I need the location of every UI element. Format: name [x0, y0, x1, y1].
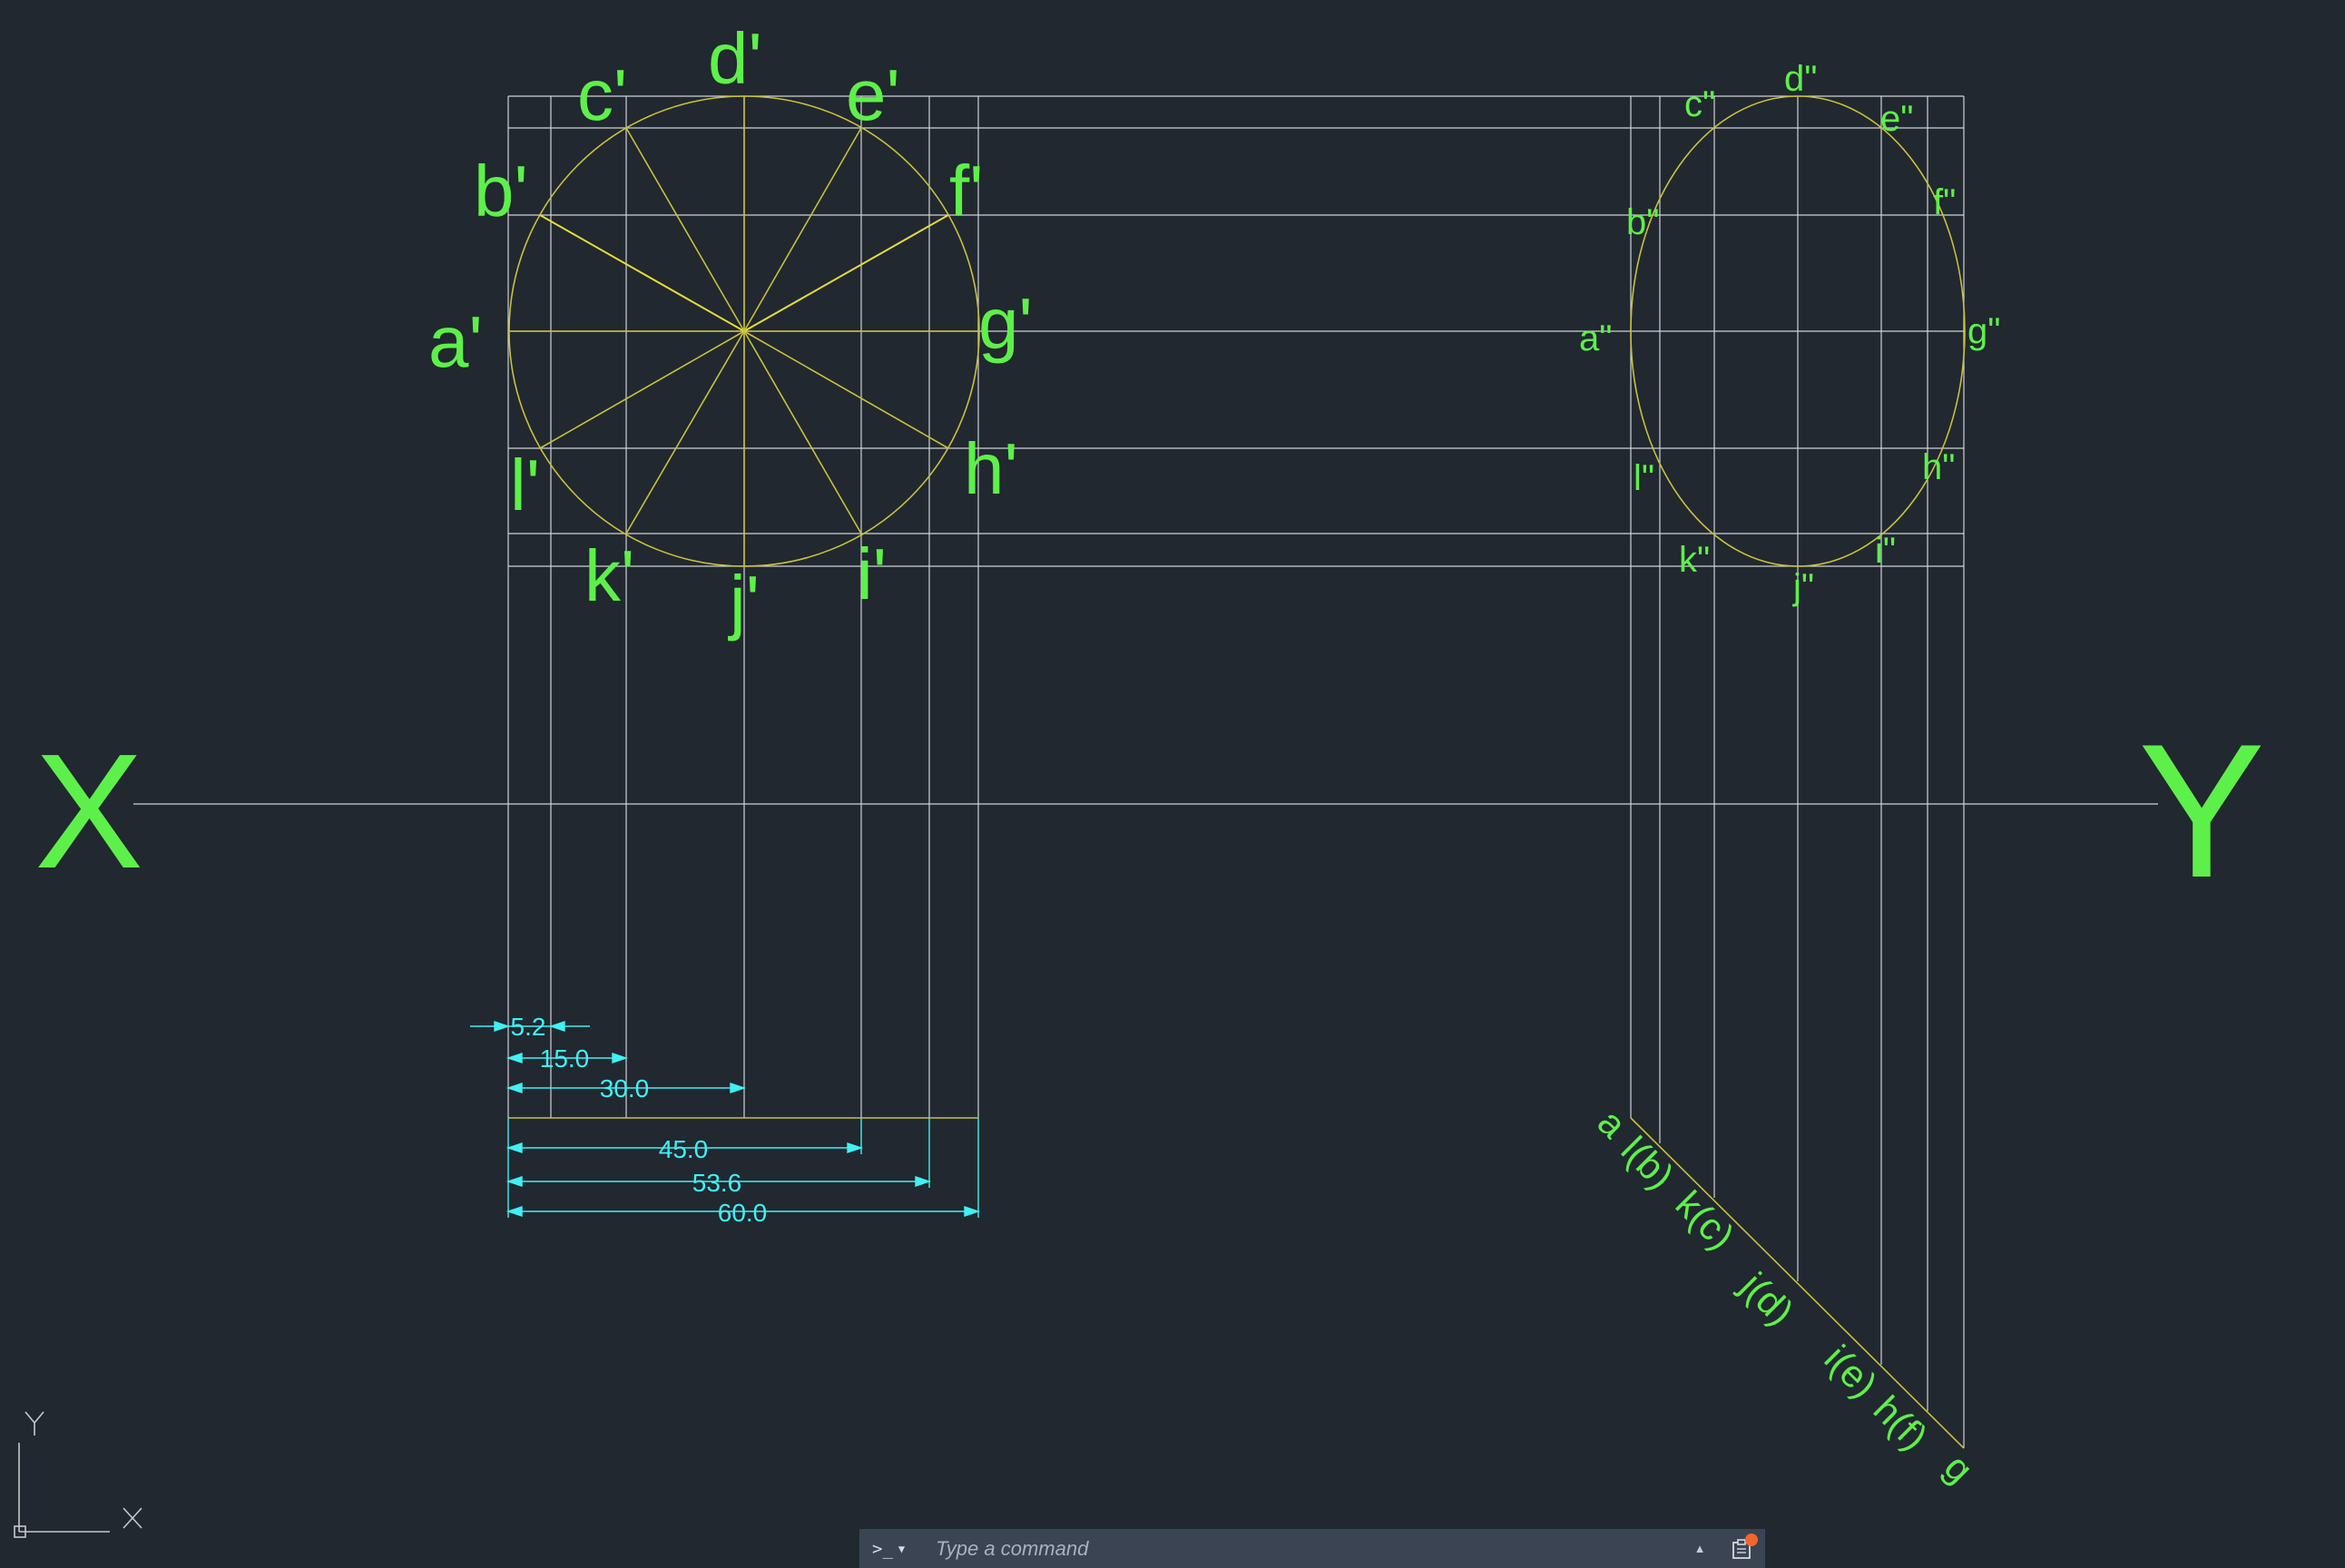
label-d-prime: d' — [708, 18, 762, 99]
label-j-prime: j' — [728, 561, 760, 642]
ucs-icon: X Y — [14, 1411, 142, 1538]
label-i-dprime: i" — [1875, 531, 1896, 571]
label-b-prime: b' — [474, 151, 528, 231]
label-b-dprime: b" — [1626, 202, 1659, 242]
label-j-d: j(d) — [1732, 1263, 1802, 1334]
clipboard-icon[interactable] — [1718, 1529, 1765, 1568]
command-input[interactable] — [927, 1536, 1682, 1561]
label-l-dprime: l" — [1634, 458, 1654, 498]
label-d-dprime: d" — [1784, 59, 1817, 99]
label-a-dprime: a" — [1579, 318, 1612, 358]
dim-30-0: 30.0 — [600, 1074, 650, 1102]
label-e-dprime: e" — [1880, 99, 1913, 139]
dim-53-6: 53.6 — [692, 1169, 742, 1197]
axis-label-x: X — [34, 720, 143, 903]
dim-5-2: 5.2 — [511, 1013, 546, 1041]
label-l-prime: l' — [510, 445, 540, 525]
label-k-dprime: k" — [1679, 540, 1710, 580]
model-space-viewport[interactable]: 5.2 15.0 30.0 45.0 53.6 60.0 a' b' c' d'… — [0, 0, 2345, 1568]
label-i-prime: i' — [857, 534, 887, 614]
label-f-dprime: f" — [1933, 182, 1956, 222]
top-view-labels: a l(b) k(c) j(d) i(e) h(f) g — [1590, 1101, 1982, 1491]
label-i-e: i(e) — [1817, 1337, 1886, 1406]
label-c-dprime: c" — [1684, 84, 1715, 124]
label-a: a — [1590, 1101, 1635, 1146]
label-j-dprime: j" — [1792, 567, 1814, 607]
side-view-labels: a" b" c" d" e" f" g" h" i" j" k" l" — [1579, 59, 2000, 607]
command-prompt-menu[interactable]: >_ ▼ — [872, 1539, 927, 1559]
axis-label-y: Y — [2138, 704, 2265, 917]
label-h-prime: h' — [964, 428, 1018, 509]
label-h-dprime: h" — [1922, 447, 1955, 487]
label-g-prime: g' — [978, 283, 1033, 364]
label-e-prime: e' — [846, 54, 900, 135]
front-view-circle — [508, 95, 980, 567]
label-k-c: k(c) — [1668, 1182, 1743, 1258]
label-h-f: h(f) — [1866, 1387, 1937, 1458]
drawing-canvas[interactable]: 5.2 15.0 30.0 45.0 53.6 60.0 a' b' c' d'… — [0, 0, 2345, 1568]
label-k-prime: k' — [584, 535, 634, 616]
label-c-prime: c' — [577, 54, 627, 135]
dim-60-0: 60.0 — [718, 1199, 768, 1227]
chevron-up-icon[interactable]: ▲ — [1682, 1542, 1718, 1555]
label-a-prime: a' — [428, 301, 483, 382]
label-g-dprime: g" — [1967, 311, 2000, 351]
command-prompt-symbol: >_ — [872, 1538, 893, 1559]
dim-15-0: 15.0 — [540, 1044, 590, 1073]
chevron-down-icon: ▼ — [898, 1543, 906, 1555]
dimension-texts: 5.2 15.0 30.0 45.0 53.6 60.0 — [511, 1013, 768, 1227]
front-view-labels: a' b' c' d' e' f' g' h' i' j' k' l' — [428, 18, 1033, 642]
label-l-b: l(b) — [1614, 1128, 1683, 1197]
label-g: g — [1937, 1446, 1982, 1491]
command-line-bar[interactable]: >_ ▼ ▲ — [859, 1529, 1765, 1568]
label-f-prime: f' — [949, 151, 984, 231]
notification-badge — [1745, 1534, 1758, 1546]
dim-45-0: 45.0 — [659, 1135, 709, 1163]
construction-lines — [133, 95, 2158, 1448]
